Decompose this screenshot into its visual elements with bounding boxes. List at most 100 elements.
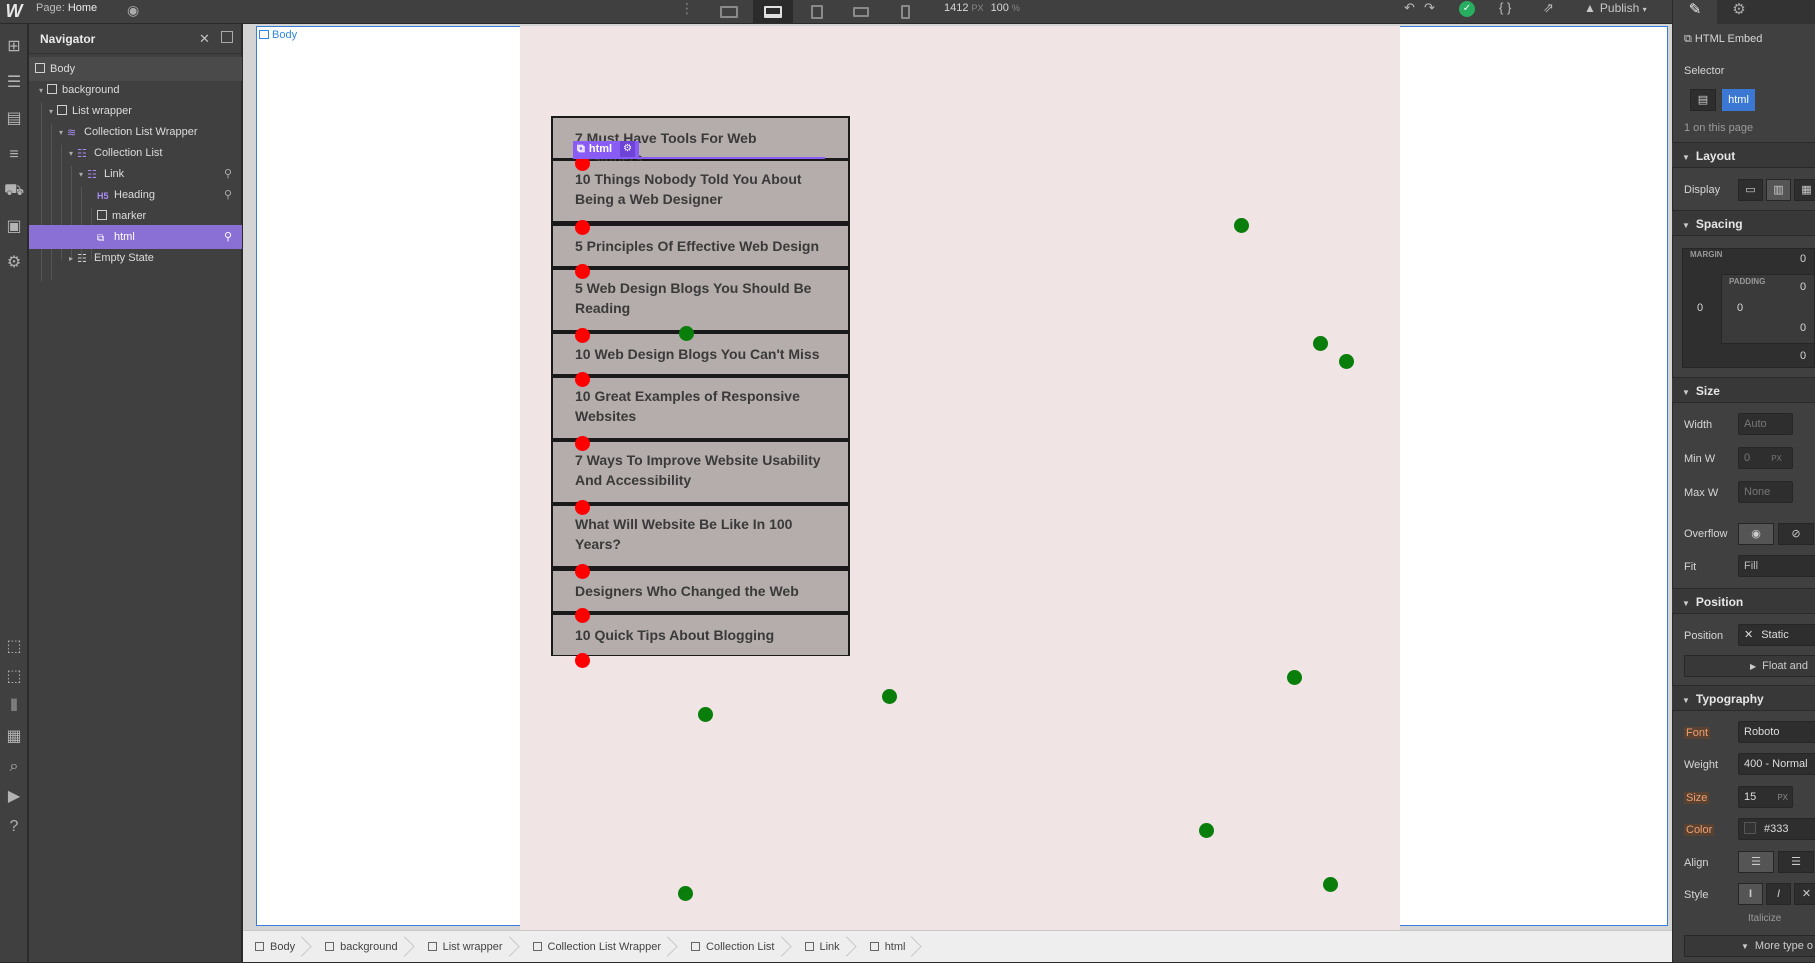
breadcrumb-item[interactable]: Collection List Wrapper xyxy=(521,931,680,963)
selector-options-icon[interactable]: ▤ xyxy=(1690,89,1716,111)
layout-section-header[interactable]: ▼ Layout xyxy=(1672,142,1815,168)
box-icon xyxy=(47,84,57,94)
device-tablet-button[interactable] xyxy=(797,0,837,24)
selected-element-badge[interactable]: ⧉ html ⚙ xyxy=(573,141,640,157)
caret-down-icon: ▼ xyxy=(1682,599,1690,608)
green-marker-dot xyxy=(882,689,897,704)
webflow-logo-icon[interactable]: W xyxy=(0,0,28,24)
margin-left-value[interactable]: 0 xyxy=(1697,302,1703,314)
body-label-text: Body xyxy=(272,29,298,41)
page-selector[interactable]: Page: Home xyxy=(36,0,97,24)
spacing-section-header[interactable]: ▼ Spacing xyxy=(1672,210,1815,236)
weight-select[interactable]: 400 - Normal xyxy=(1738,753,1815,775)
typography-section-header[interactable]: ▼ Typography xyxy=(1672,685,1815,711)
tree-item-label: Collection List Wrapper xyxy=(84,126,198,138)
breadcrumb-item[interactable]: background xyxy=(313,931,416,963)
overflow-hidden-icon[interactable]: ⊘ xyxy=(1778,523,1814,545)
device-mobile-landscape-button[interactable] xyxy=(841,0,881,24)
margin-top-value[interactable]: 0 xyxy=(1800,253,1806,265)
element-settings-gear-icon[interactable]: ⚙ xyxy=(620,141,636,157)
italicize-tooltip: Italicize xyxy=(1748,913,1782,924)
width-label: Width xyxy=(1684,419,1713,431)
padding-left-value[interactable]: 0 xyxy=(1737,302,1743,314)
padding-bottom-value[interactable]: 0 xyxy=(1800,322,1806,334)
embed-icon: ⧉ xyxy=(577,143,585,155)
margin-bottom-value[interactable]: 0 xyxy=(1800,350,1806,362)
video-tutorials-icon[interactable]: ▶ xyxy=(4,787,24,807)
color-input[interactable]: #333 xyxy=(1738,818,1815,840)
max-width-input[interactable]: None xyxy=(1738,481,1793,503)
color-swatch[interactable] xyxy=(1744,822,1756,834)
breadcrumb-label: List wrapper xyxy=(442,940,503,953)
settings-gear-icon[interactable]: ⚙ xyxy=(1717,0,1761,24)
undo-icon[interactable]: ↶ xyxy=(1404,0,1415,24)
dock-panel-icon[interactable] xyxy=(221,31,233,43)
style-decoration-button[interactable]: ✕ xyxy=(1794,883,1815,905)
display-block-button[interactable]: ▭ xyxy=(1738,179,1763,201)
align-left-icon[interactable]: ☰ xyxy=(1738,851,1774,873)
more-dots-icon[interactable]: ⋮ xyxy=(680,0,694,16)
position-select[interactable]: ✕ Static xyxy=(1738,624,1815,646)
size-section-header[interactable]: ▼ Size xyxy=(1672,377,1815,403)
navigator-icon[interactable]: ☰ xyxy=(4,73,24,93)
select-tool-icon[interactable]: ⬚ xyxy=(4,637,24,657)
more-type-options-toggle[interactable]: ▼ More type o xyxy=(1684,935,1815,957)
breadcrumb-item[interactable]: List wrapper xyxy=(416,931,521,963)
list-item-link[interactable]: What Will Website Be Like In 100 Years? xyxy=(553,506,848,566)
list-item-link[interactable]: Designers Who Changed the Web xyxy=(553,571,848,611)
caret-right-icon[interactable]: ▸ xyxy=(69,247,77,271)
body-element-label[interactable]: Body xyxy=(259,29,297,41)
position-section-header[interactable]: ▼ Position xyxy=(1672,588,1815,614)
ecommerce-cart-icon[interactable]: ⛟ xyxy=(4,181,24,201)
device-large-desktop-button[interactable] xyxy=(709,0,749,24)
redo-icon[interactable]: ↷ xyxy=(1424,0,1435,24)
list-item-link[interactable]: 7 Ways To Improve Website Usability And … xyxy=(553,442,848,502)
breadcrumb-item[interactable]: Link xyxy=(793,931,858,963)
element-type: ⧉ HTML Embed xyxy=(1684,33,1762,46)
audit-icon[interactable]: ▦ xyxy=(4,727,24,747)
cms-icon[interactable]: ≡ xyxy=(4,145,24,165)
assets-icon[interactable]: ▣ xyxy=(4,217,24,237)
publish-button[interactable]: ▲ Publish ▾ xyxy=(1584,0,1647,24)
font-size-input[interactable]: 15 PX xyxy=(1738,786,1793,808)
breadcrumb-item[interactable]: html xyxy=(858,931,924,963)
share-icon[interactable]: ⇗ xyxy=(1543,0,1554,24)
list-item-link[interactable]: 10 Web Design Blogs You Can't Miss xyxy=(553,334,848,374)
padding-top-value[interactable]: 0 xyxy=(1800,281,1806,293)
font-select[interactable]: Roboto xyxy=(1738,721,1815,743)
overflow-visible-eye-icon[interactable]: ◉ xyxy=(1738,523,1774,545)
style-italic-button[interactable]: I xyxy=(1766,883,1791,905)
width-input[interactable]: Auto xyxy=(1738,413,1793,435)
fit-select[interactable]: Fill xyxy=(1738,555,1815,577)
float-and-clear-toggle[interactable]: ▶ Float and xyxy=(1684,655,1815,677)
display-grid-button[interactable]: ▦ xyxy=(1794,179,1815,201)
style-brush-icon[interactable]: ✎ xyxy=(1673,0,1717,24)
close-icon[interactable]: ✕ xyxy=(199,31,210,47)
device-mobile-portrait-button[interactable] xyxy=(885,0,925,24)
list-item-link[interactable]: 5 Principles Of Effective Web Design xyxy=(553,226,848,266)
selector-tag[interactable]: html xyxy=(1722,89,1755,111)
breadcrumb-item[interactable]: Collection List xyxy=(679,931,792,963)
pages-icon[interactable]: ▤ xyxy=(4,109,24,129)
list-item-link[interactable]: 10 Quick Tips About Blogging xyxy=(553,615,848,655)
add-panel-icon[interactable]: ⊞ xyxy=(4,37,24,57)
align-center-icon[interactable]: ☰ xyxy=(1778,851,1814,873)
device-desktop-button[interactable] xyxy=(753,0,793,24)
preview-elements-icon[interactable]: ⬚ xyxy=(4,667,24,687)
element-type-icon xyxy=(255,941,264,951)
style-normal-button[interactable]: I xyxy=(1738,883,1763,905)
settings-gear-icon[interactable]: ⚙ xyxy=(4,253,24,273)
list-item-link[interactable]: 10 Great Examples of Responsive Websites xyxy=(553,378,848,438)
breadcrumb-item[interactable]: Body xyxy=(243,931,313,963)
list-item-link[interactable]: 10 Things Nobody Told You About Being a … xyxy=(553,161,848,221)
display-flex-button[interactable]: ▥ xyxy=(1766,179,1791,201)
preview-eye-icon[interactable]: ◉ xyxy=(127,2,143,18)
tree-item-empty-state[interactable]: ▸ ☷ Empty State xyxy=(29,246,242,270)
search-icon[interactable]: ⌕ xyxy=(4,757,24,777)
code-export-icon[interactable]: { } xyxy=(1499,0,1511,24)
help-icon[interactable]: ? xyxy=(4,817,24,837)
list-item-link[interactable]: 5 Web Design Blogs You Should Be Reading xyxy=(553,270,848,330)
style-label: Style xyxy=(1684,889,1709,901)
x-ray-grid-icon[interactable]: ⦀ xyxy=(4,697,24,717)
min-width-input[interactable]: 0 PX xyxy=(1738,447,1793,469)
